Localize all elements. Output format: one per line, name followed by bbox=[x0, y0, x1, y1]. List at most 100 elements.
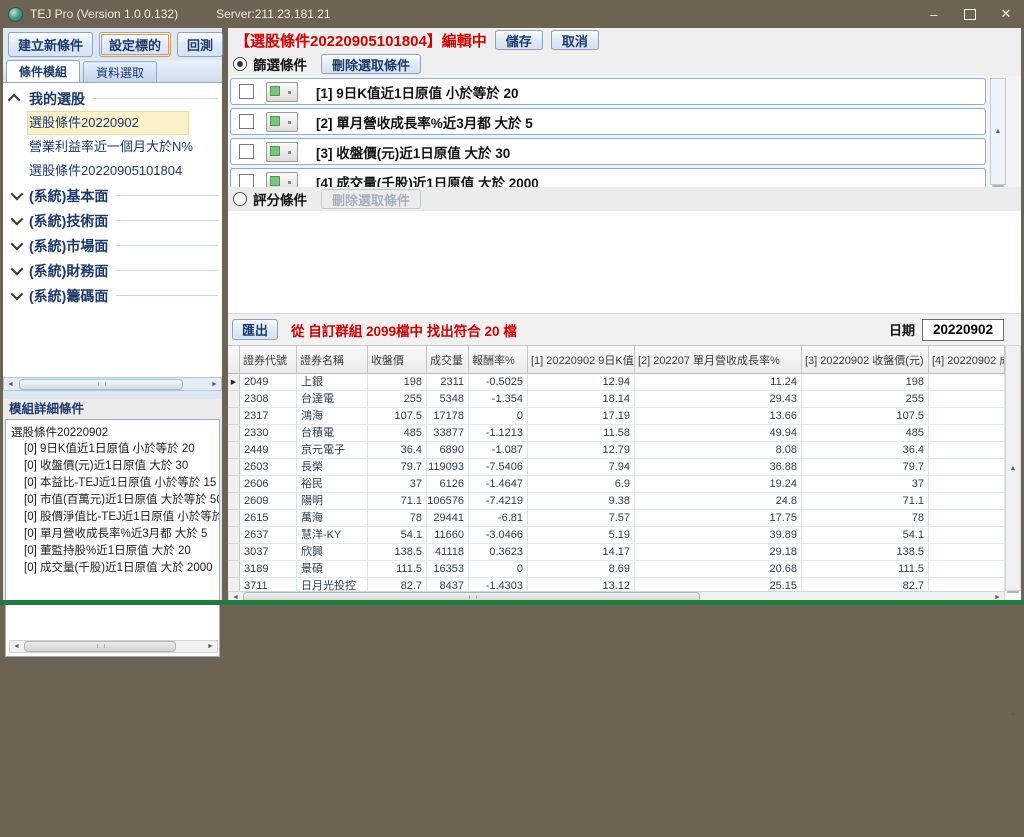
tree-group-4[interactable]: (系統)財務面 bbox=[3, 258, 222, 283]
table-cell: 2317 bbox=[240, 408, 297, 425]
table-cell bbox=[929, 391, 1005, 408]
table-row[interactable]: 3037欣興138.5411180.362314.1729.18138.5 bbox=[228, 544, 1005, 561]
table-row[interactable]: 2609陽明71.1106576-7.42199.3824.871.1 bbox=[228, 493, 1005, 510]
export-button[interactable]: 匯出 bbox=[232, 319, 278, 340]
scroll-left-icon[interactable]: ◄ bbox=[4, 378, 17, 390]
condition-checkbox[interactable] bbox=[239, 144, 254, 159]
row-marker-cell bbox=[228, 408, 240, 425]
expand-icon[interactable] bbox=[11, 288, 24, 301]
tree-hscrollbar[interactable]: ◄ ► bbox=[3, 377, 222, 391]
toggle-dot bbox=[288, 181, 291, 184]
condition-row-3[interactable]: [3] 收盤價(元)近1日原值 大於 30 bbox=[230, 138, 986, 165]
condition-row-4[interactable]: [4] 成交量(千股)近1日原值 大於 2000 bbox=[230, 168, 986, 187]
scroll-down-icon[interactable]: ▼ bbox=[1007, 593, 1020, 837]
table-row[interactable]: 2603長榮79.7119093-7.54067.9436.8879.7 bbox=[228, 459, 1005, 476]
tab-data-select[interactable]: 資料選取 bbox=[83, 61, 157, 82]
condition-checkbox[interactable] bbox=[239, 114, 254, 129]
column-header[interactable]: [1] 20220902 9日K值 bbox=[528, 346, 635, 373]
table-cell: 107.5 bbox=[802, 408, 929, 425]
tree-group-0[interactable]: 我的選股 bbox=[3, 86, 222, 111]
condition-list-vscrollbar[interactable]: ▲ ▼ bbox=[990, 78, 1006, 185]
table-cell: -1.087 bbox=[469, 442, 528, 459]
table-row[interactable]: 2615萬海7829441-6.817.5717.7578 bbox=[228, 510, 1005, 527]
expand-icon[interactable] bbox=[11, 238, 24, 251]
tree-rule bbox=[116, 245, 218, 246]
detail-hscrollbar[interactable]: ◄ ► bbox=[9, 640, 218, 653]
column-header[interactable]: 證券名稱 bbox=[297, 346, 368, 373]
table-cell: 78 bbox=[368, 510, 427, 527]
toggle-green-square bbox=[270, 86, 280, 96]
collapse-icon[interactable] bbox=[8, 94, 21, 107]
scroll-left-icon[interactable]: ◄ bbox=[10, 641, 23, 652]
table-cell: 255 bbox=[368, 391, 427, 408]
condition-toggle-icon[interactable] bbox=[266, 112, 298, 132]
tree-group-2[interactable]: (系統)技術面 bbox=[3, 208, 222, 233]
table-cell: 0 bbox=[469, 561, 528, 578]
detail-condition-item: [0] 董監持股%近1日原值 大於 20 bbox=[6, 543, 219, 560]
column-header[interactable]: 證券代號 bbox=[240, 346, 297, 373]
table-vscrollbar[interactable]: ▲ ▼ bbox=[1005, 345, 1021, 591]
scroll-thumb[interactable] bbox=[24, 641, 176, 652]
window-controls: – ✕ bbox=[916, 0, 1024, 28]
condition-toggle-icon[interactable] bbox=[266, 142, 298, 162]
close-icon[interactable]: ✕ bbox=[988, 0, 1024, 28]
scroll-right-icon[interactable]: ► bbox=[208, 378, 221, 390]
table-cell: 2049 bbox=[240, 374, 297, 391]
backtest-button[interactable]: 回測 bbox=[177, 32, 223, 57]
condition-checkbox[interactable] bbox=[239, 174, 254, 187]
scroll-up-icon[interactable]: ▲ bbox=[1007, 346, 1020, 590]
tab-condition-module[interactable]: 條件模組 bbox=[6, 60, 80, 82]
set-target-button[interactable]: 設定標的 bbox=[99, 32, 171, 57]
table-cell: 日月光投控 bbox=[297, 578, 368, 591]
column-header[interactable]: 報酬率% bbox=[469, 346, 528, 373]
new-condition-button[interactable]: 建立新條件 bbox=[8, 32, 93, 57]
save-button[interactable]: 儲存 bbox=[495, 30, 543, 50]
condition-row-2[interactable]: [2] 單月營收成長率%近3月都 大於 5 bbox=[230, 108, 986, 135]
table-cell: 2308 bbox=[240, 391, 297, 408]
delete-selected-filter-button[interactable]: 刪除選取條件 bbox=[321, 54, 421, 74]
tree-item-0-0[interactable]: 選股條件20220902 bbox=[27, 111, 189, 135]
scroll-thumb[interactable] bbox=[19, 379, 183, 390]
scroll-up-icon[interactable]: ▲ bbox=[992, 79, 1005, 184]
table-cell bbox=[929, 442, 1005, 459]
table-row[interactable]: 2449京元電子36.46890-1.08712.798.0836.4 bbox=[228, 442, 1005, 459]
table-cell: 16353 bbox=[427, 561, 469, 578]
column-header[interactable]: 收盤價 bbox=[368, 346, 427, 373]
column-header[interactable]: [2] 202207 單月營收成長率% bbox=[635, 346, 802, 373]
condition-checkbox[interactable] bbox=[239, 84, 254, 99]
expand-icon[interactable] bbox=[11, 213, 24, 226]
expand-icon[interactable] bbox=[11, 188, 24, 201]
tree-rule bbox=[93, 98, 218, 99]
tree-group-5[interactable]: (系統)籌碼面 bbox=[3, 283, 222, 308]
table-row[interactable]: 2308台達電2555348-1.35418.1429.43255 bbox=[228, 391, 1005, 408]
expand-icon[interactable] bbox=[11, 263, 24, 276]
minimize-icon[interactable]: – bbox=[916, 0, 952, 28]
scroll-right-icon[interactable]: ► bbox=[204, 641, 217, 652]
date-input[interactable]: 20220902 bbox=[922, 319, 1004, 341]
table-row[interactable]: 3711日月光投控82.78437-1.430313.1225.1582.7 bbox=[228, 578, 1005, 591]
table-row[interactable]: 2606裕民376126-1.46476.919.2437 bbox=[228, 476, 1005, 493]
condition-toggle-icon[interactable] bbox=[266, 82, 298, 102]
score-radio[interactable] bbox=[233, 192, 247, 206]
tree-item-0-1[interactable]: 營業利益率近一個月大於N% bbox=[3, 135, 222, 159]
column-header[interactable]: 成交量 bbox=[427, 346, 469, 373]
detail-condition-item: [0] 股價淨值比-TEJ近1日原值 小於等於 1 bbox=[6, 509, 219, 526]
tree-item-0-2[interactable]: 選股條件20220905101804 bbox=[3, 159, 222, 183]
table-row[interactable]: ▶2049上銀1982311-0.502512.9411.24198 bbox=[228, 374, 1005, 391]
table-cell: 7.57 bbox=[528, 510, 635, 527]
table-row[interactable]: 2330台積電48533877-1.121311.5849.94485 bbox=[228, 425, 1005, 442]
column-header[interactable]: [4] 20220902 成交量 bbox=[929, 346, 1005, 373]
table-row[interactable]: 3189景碩111.51635308.6920.68111.5 bbox=[228, 561, 1005, 578]
cancel-button[interactable]: 取消 bbox=[551, 30, 599, 50]
maximize-icon[interactable] bbox=[952, 0, 988, 28]
table-cell bbox=[929, 374, 1005, 391]
table-row[interactable]: 2637慧洋-KY54.111660-3.04665.1939.8954.1 bbox=[228, 527, 1005, 544]
condition-toggle-icon[interactable] bbox=[266, 172, 298, 188]
column-header[interactable]: [3] 20220902 收盤價(元) bbox=[802, 346, 929, 373]
tree-group-3[interactable]: (系統)市場面 bbox=[3, 233, 222, 258]
tree-group-1[interactable]: (系統)基本面 bbox=[3, 183, 222, 208]
table-row[interactable]: 2317鴻海107.517178017.1913.66107.5 bbox=[228, 408, 1005, 425]
filter-radio[interactable] bbox=[233, 57, 247, 71]
row-marker-cell bbox=[228, 510, 240, 527]
condition-row-1[interactable]: [1] 9日K值近1日原值 小於等於 20 bbox=[230, 78, 986, 105]
